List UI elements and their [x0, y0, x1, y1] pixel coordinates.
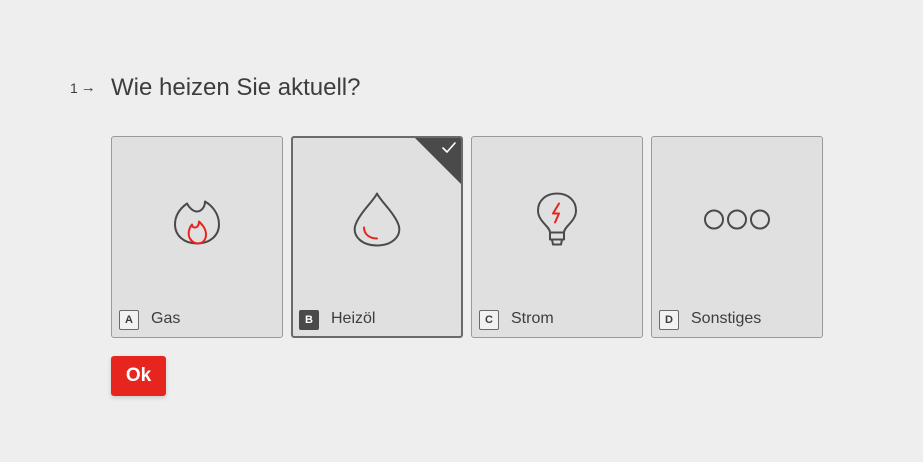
choice-label: Gas [151, 310, 181, 327]
checkmark-icon [441, 141, 457, 160]
question-number: 1 → [70, 79, 96, 96]
choice-label: Heizöl [331, 310, 376, 327]
flame-icon [172, 192, 222, 253]
choice-gas[interactable]: A Gas [111, 136, 283, 338]
question-title: Wie heizen Sie aktuell? [111, 74, 361, 101]
choice-key: B [299, 310, 319, 330]
choice-label: Sonstiges [691, 310, 762, 327]
lightbulb-icon [535, 191, 579, 254]
choice-list: A Gas B Heizöl C Strom D Sonstiges [111, 136, 823, 338]
choice-key: A [119, 310, 139, 330]
choice-label: Strom [511, 310, 554, 327]
form-page: 1 → Wie heizen Sie aktuell? A Gas B Heiz… [0, 0, 923, 462]
three-circles-icon [703, 208, 771, 237]
oil-drop-icon [352, 191, 402, 254]
choice-key: C [479, 310, 499, 330]
arrow-right-icon: → [80, 79, 96, 96]
question-number-text: 1 [70, 79, 78, 96]
choice-strom[interactable]: C Strom [471, 136, 643, 338]
choice-heizoel[interactable]: B Heizöl [291, 136, 463, 338]
choice-sonstiges[interactable]: D Sonstiges [651, 136, 823, 338]
ok-button[interactable]: Ok [111, 356, 166, 396]
choice-key: D [659, 310, 679, 330]
